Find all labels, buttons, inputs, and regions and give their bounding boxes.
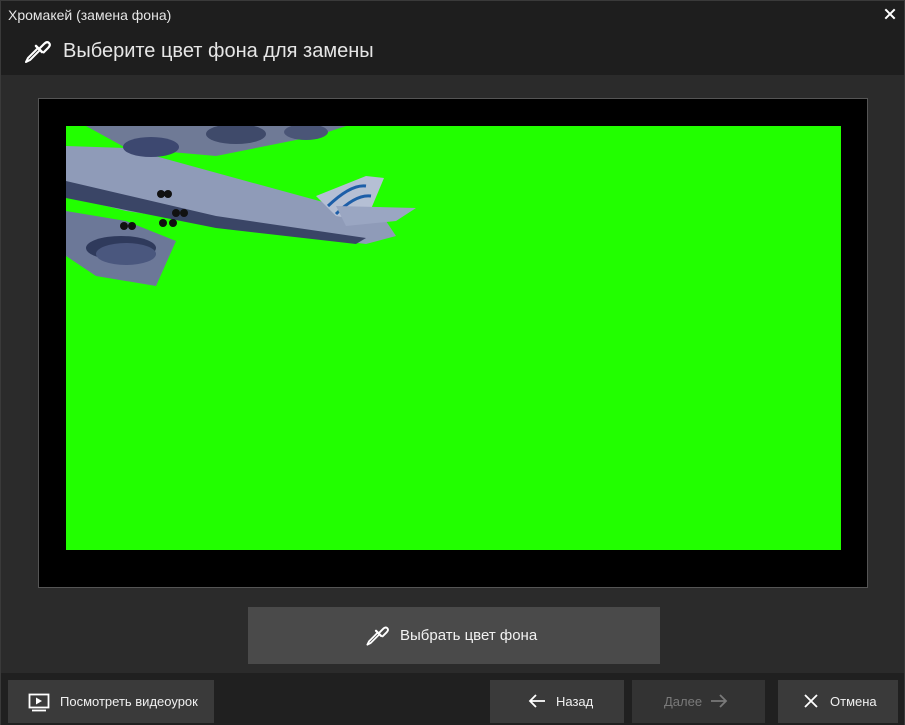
close-icon	[804, 694, 818, 708]
close-icon[interactable]	[882, 6, 898, 22]
step-header: Выберите цвет фона для замены	[1, 31, 904, 75]
title-bar[interactable]: Хромакей (замена фона)	[1, 1, 904, 31]
step-heading: Выберите цвет фона для замены	[63, 40, 374, 62]
video-preview[interactable]	[66, 126, 841, 550]
cancel-label: Отмена	[830, 694, 877, 709]
chromakey-dialog: Хромакей (замена фона) Выберите цвет фон…	[0, 0, 905, 725]
back-button[interactable]: Назад	[490, 680, 624, 723]
back-label: Назад	[556, 694, 594, 709]
eyedropper-icon	[25, 41, 51, 63]
watch-tutorial-label: Посмотреть видеоурок	[60, 694, 198, 709]
video-play-icon	[28, 693, 50, 712]
window-title: Хромакей (замена фона)	[8, 7, 172, 23]
video-preview-frame	[38, 98, 868, 588]
dialog-footer: Посмотреть видеоурок Назад Далее Отмена	[1, 673, 904, 725]
watch-tutorial-button[interactable]: Посмотреть видеоурок	[8, 680, 214, 723]
arrow-right-icon	[711, 694, 728, 708]
arrow-left-icon	[528, 694, 545, 708]
next-button[interactable]: Далее	[632, 680, 765, 723]
airplane-image	[66, 126, 416, 286]
cancel-button[interactable]: Отмена	[778, 680, 898, 723]
pick-background-color-button[interactable]: Выбрать цвет фона	[248, 607, 660, 664]
pick-background-color-label: Выбрать цвет фона	[400, 627, 538, 644]
next-label: Далее	[664, 694, 703, 709]
eyedropper-icon	[366, 626, 389, 646]
